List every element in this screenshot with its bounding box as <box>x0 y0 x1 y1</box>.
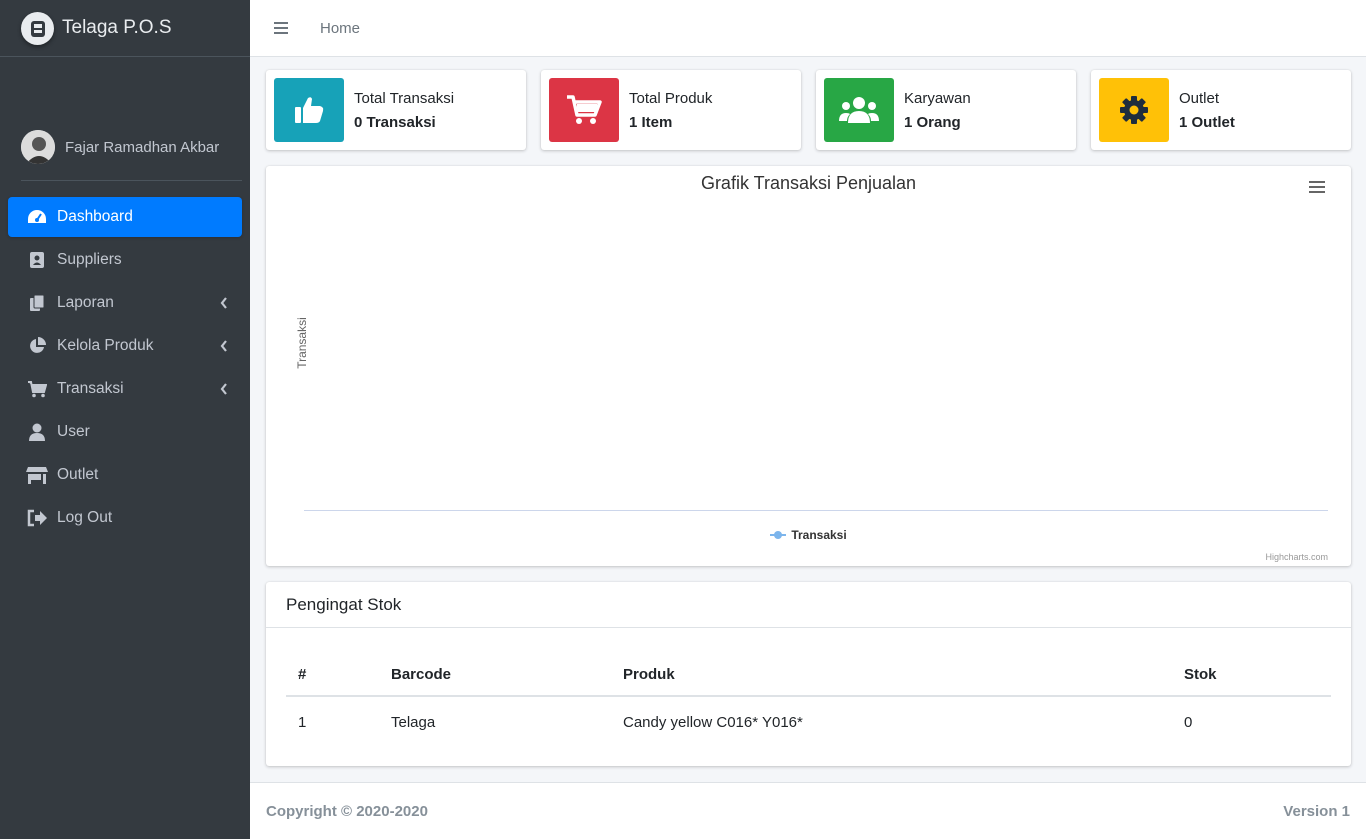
tachometer-icon <box>26 207 48 227</box>
chart-credits-link[interactable]: Highcharts.com <box>1265 552 1328 562</box>
user-panel[interactable]: Fajar Ramadhan Akbar <box>21 130 242 181</box>
store-icon <box>26 465 48 485</box>
home-link[interactable]: Home <box>320 20 360 37</box>
legend-label: Transaksi <box>791 528 847 542</box>
sidebar-item-dashboard[interactable]: Dashboard <box>8 197 242 237</box>
table-header-row: # Barcode Produk Stok <box>286 654 1331 697</box>
sidebar-item-user[interactable]: User <box>8 412 242 452</box>
chart-legend-item[interactable]: Transaksi <box>266 528 1351 542</box>
info-box-karyawan: Karyawan 1 Orang <box>816 70 1076 150</box>
menu-toggle-icon[interactable] <box>274 19 288 37</box>
chevron-left-icon <box>220 339 228 356</box>
thumbs-up-icon <box>274 78 344 142</box>
table-row: 1 Telaga Candy yellow C016* Y016* 0 <box>286 696 1331 748</box>
user-icon <box>26 422 48 442</box>
pie-chart-icon <box>26 336 48 356</box>
info-box-outlet: Outlet 1 Outlet <box>1091 70 1351 150</box>
chart-x-axis <box>304 510 1328 511</box>
sidebar-item-outlet[interactable]: Outlet <box>8 455 242 495</box>
chart-plot-area <box>304 206 1328 510</box>
chart-menu-icon[interactable] <box>1309 181 1325 196</box>
shopping-cart-icon <box>549 78 619 142</box>
sidebar: Telaga P.O.S Fajar Ramadhan Akbar Dashbo… <box>0 0 250 839</box>
sidebar-item-transaksi[interactable]: Transaksi <box>8 369 242 409</box>
stock-card-title: Pengingat Stok <box>266 582 1351 628</box>
legend-marker-icon <box>770 530 787 540</box>
brand-logo-icon <box>21 11 54 45</box>
chart-title: Grafik Transaksi Penjualan <box>700 173 917 193</box>
user-name: Fajar Ramadhan Akbar <box>65 139 220 156</box>
sidebar-nav: Dashboard Suppliers Laporan Kelola Produ… <box>8 197 242 541</box>
chart-card: Grafik Transaksi Penjualan Transaksi Tra… <box>266 166 1351 566</box>
copy-icon <box>26 293 48 313</box>
cell-barcode: Telaga <box>391 714 436 731</box>
avatar <box>21 130 55 164</box>
info-box-total-produk: Total Produk 1 Item <box>541 70 801 150</box>
address-book-icon <box>26 250 48 270</box>
cell-produk: Candy yellow C016* Y016* <box>623 714 803 731</box>
info-box-total-transaksi: Total Transaksi 0 Transaksi <box>266 70 526 150</box>
gear-icon <box>1099 78 1169 142</box>
column-header-stok: Stok <box>1172 654 1331 697</box>
stock-reminder-card: Pengingat Stok # Barcode Produk Stok 1 T… <box>266 582 1351 766</box>
version-text: Version 1 <box>1283 802 1350 820</box>
shopping-cart-icon <box>26 379 48 399</box>
cell-stok: 0 <box>1184 714 1193 731</box>
cell-number: 1 <box>298 714 307 731</box>
users-icon <box>824 78 894 142</box>
copyright-text: Copyright © 2020-2020 <box>266 802 428 820</box>
chevron-left-icon <box>220 382 228 399</box>
sign-out-icon <box>26 508 48 528</box>
sidebar-item-laporan[interactable]: Laporan <box>8 283 242 323</box>
stock-table: # Barcode Produk Stok 1 Telaga Candy yel… <box>286 654 1331 748</box>
sidebar-item-log-out[interactable]: Log Out <box>8 498 242 538</box>
sidebar-item-kelola-produk[interactable]: Kelola Produk <box>8 326 242 366</box>
top-navbar: Home <box>250 0 1366 57</box>
brand-link[interactable]: Telaga P.O.S <box>0 0 250 57</box>
column-header-barcode: Barcode <box>379 654 611 697</box>
sidebar-item-suppliers[interactable]: Suppliers <box>8 240 242 280</box>
column-header-produk: Produk <box>611 654 1172 697</box>
chevron-left-icon <box>220 296 228 313</box>
column-header-number: # <box>286 654 379 697</box>
footer: Copyright © 2020-2020 Version 1 <box>250 782 1366 839</box>
brand-name: Telaga P.O.S <box>62 17 172 38</box>
